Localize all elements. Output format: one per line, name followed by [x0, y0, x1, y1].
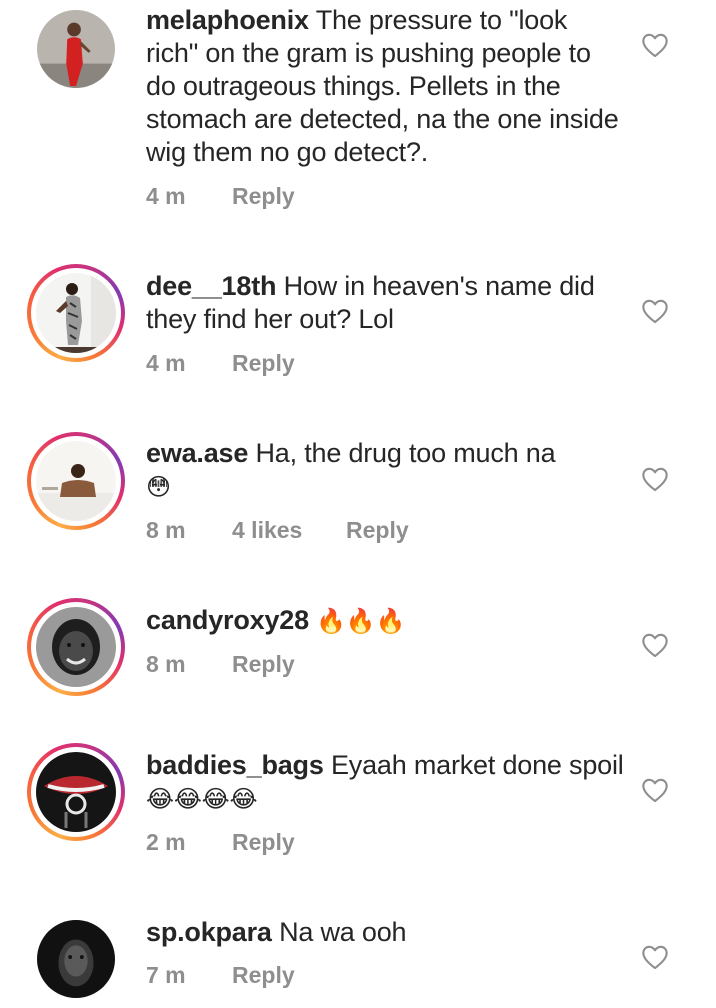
- reply-button[interactable]: Reply: [232, 651, 295, 678]
- comment-username[interactable]: ewa.ase: [146, 438, 248, 468]
- like-button[interactable]: [641, 944, 669, 970]
- comment-emoji: 😂😂😂😂: [146, 786, 258, 813]
- avatar[interactable]: [27, 432, 125, 530]
- avatar[interactable]: [27, 0, 125, 98]
- comment-timestamp: 7 m: [146, 962, 186, 988]
- reply-button[interactable]: Reply: [346, 517, 409, 544]
- likes-count[interactable]: 4 likes: [232, 517, 346, 544]
- comment-timestamp: 4 m: [146, 183, 186, 209]
- like-button[interactable]: [641, 777, 669, 803]
- comment-timestamp: 4 m: [146, 350, 186, 376]
- like-button[interactable]: [641, 32, 669, 58]
- comment-timestamp: 8 m: [146, 517, 186, 543]
- heart-outline-icon: [642, 945, 668, 970]
- heart-outline-icon: [642, 467, 668, 492]
- heart-outline-icon: [642, 299, 668, 324]
- comment-timestamp: 2 m: [146, 829, 186, 855]
- like-button[interactable]: [641, 466, 669, 492]
- like-button[interactable]: [641, 298, 669, 324]
- avatar[interactable]: [27, 264, 125, 362]
- comment-text: Na wa ooh: [279, 917, 407, 947]
- avatar[interactable]: [27, 743, 125, 841]
- comment-text: Ha, the drug too much na: [255, 438, 556, 468]
- reply-button[interactable]: Reply: [232, 350, 295, 377]
- avatar[interactable]: [27, 598, 125, 696]
- heart-outline-icon: [642, 778, 668, 803]
- like-button[interactable]: [641, 632, 669, 658]
- comment-emoji: 😳: [146, 474, 171, 501]
- comment-username[interactable]: dee__18th: [146, 271, 276, 301]
- comment-username[interactable]: sp.okpara: [146, 917, 272, 947]
- comment-emoji: 🔥🔥🔥: [316, 608, 406, 635]
- heart-outline-icon: [642, 633, 668, 658]
- reply-button[interactable]: Reply: [232, 829, 295, 856]
- comment-text: Eyaah market done spoil: [330, 750, 624, 780]
- reply-button[interactable]: Reply: [232, 183, 295, 210]
- avatar[interactable]: [27, 910, 125, 1008]
- comment-username[interactable]: baddies_bags: [146, 750, 324, 780]
- reply-button[interactable]: Reply: [232, 962, 295, 989]
- comment-timestamp: 8 m: [146, 651, 186, 677]
- comment-username[interactable]: melaphoenix: [146, 5, 309, 35]
- comment-username[interactable]: candyroxy28: [146, 605, 309, 635]
- heart-outline-icon: [642, 33, 668, 58]
